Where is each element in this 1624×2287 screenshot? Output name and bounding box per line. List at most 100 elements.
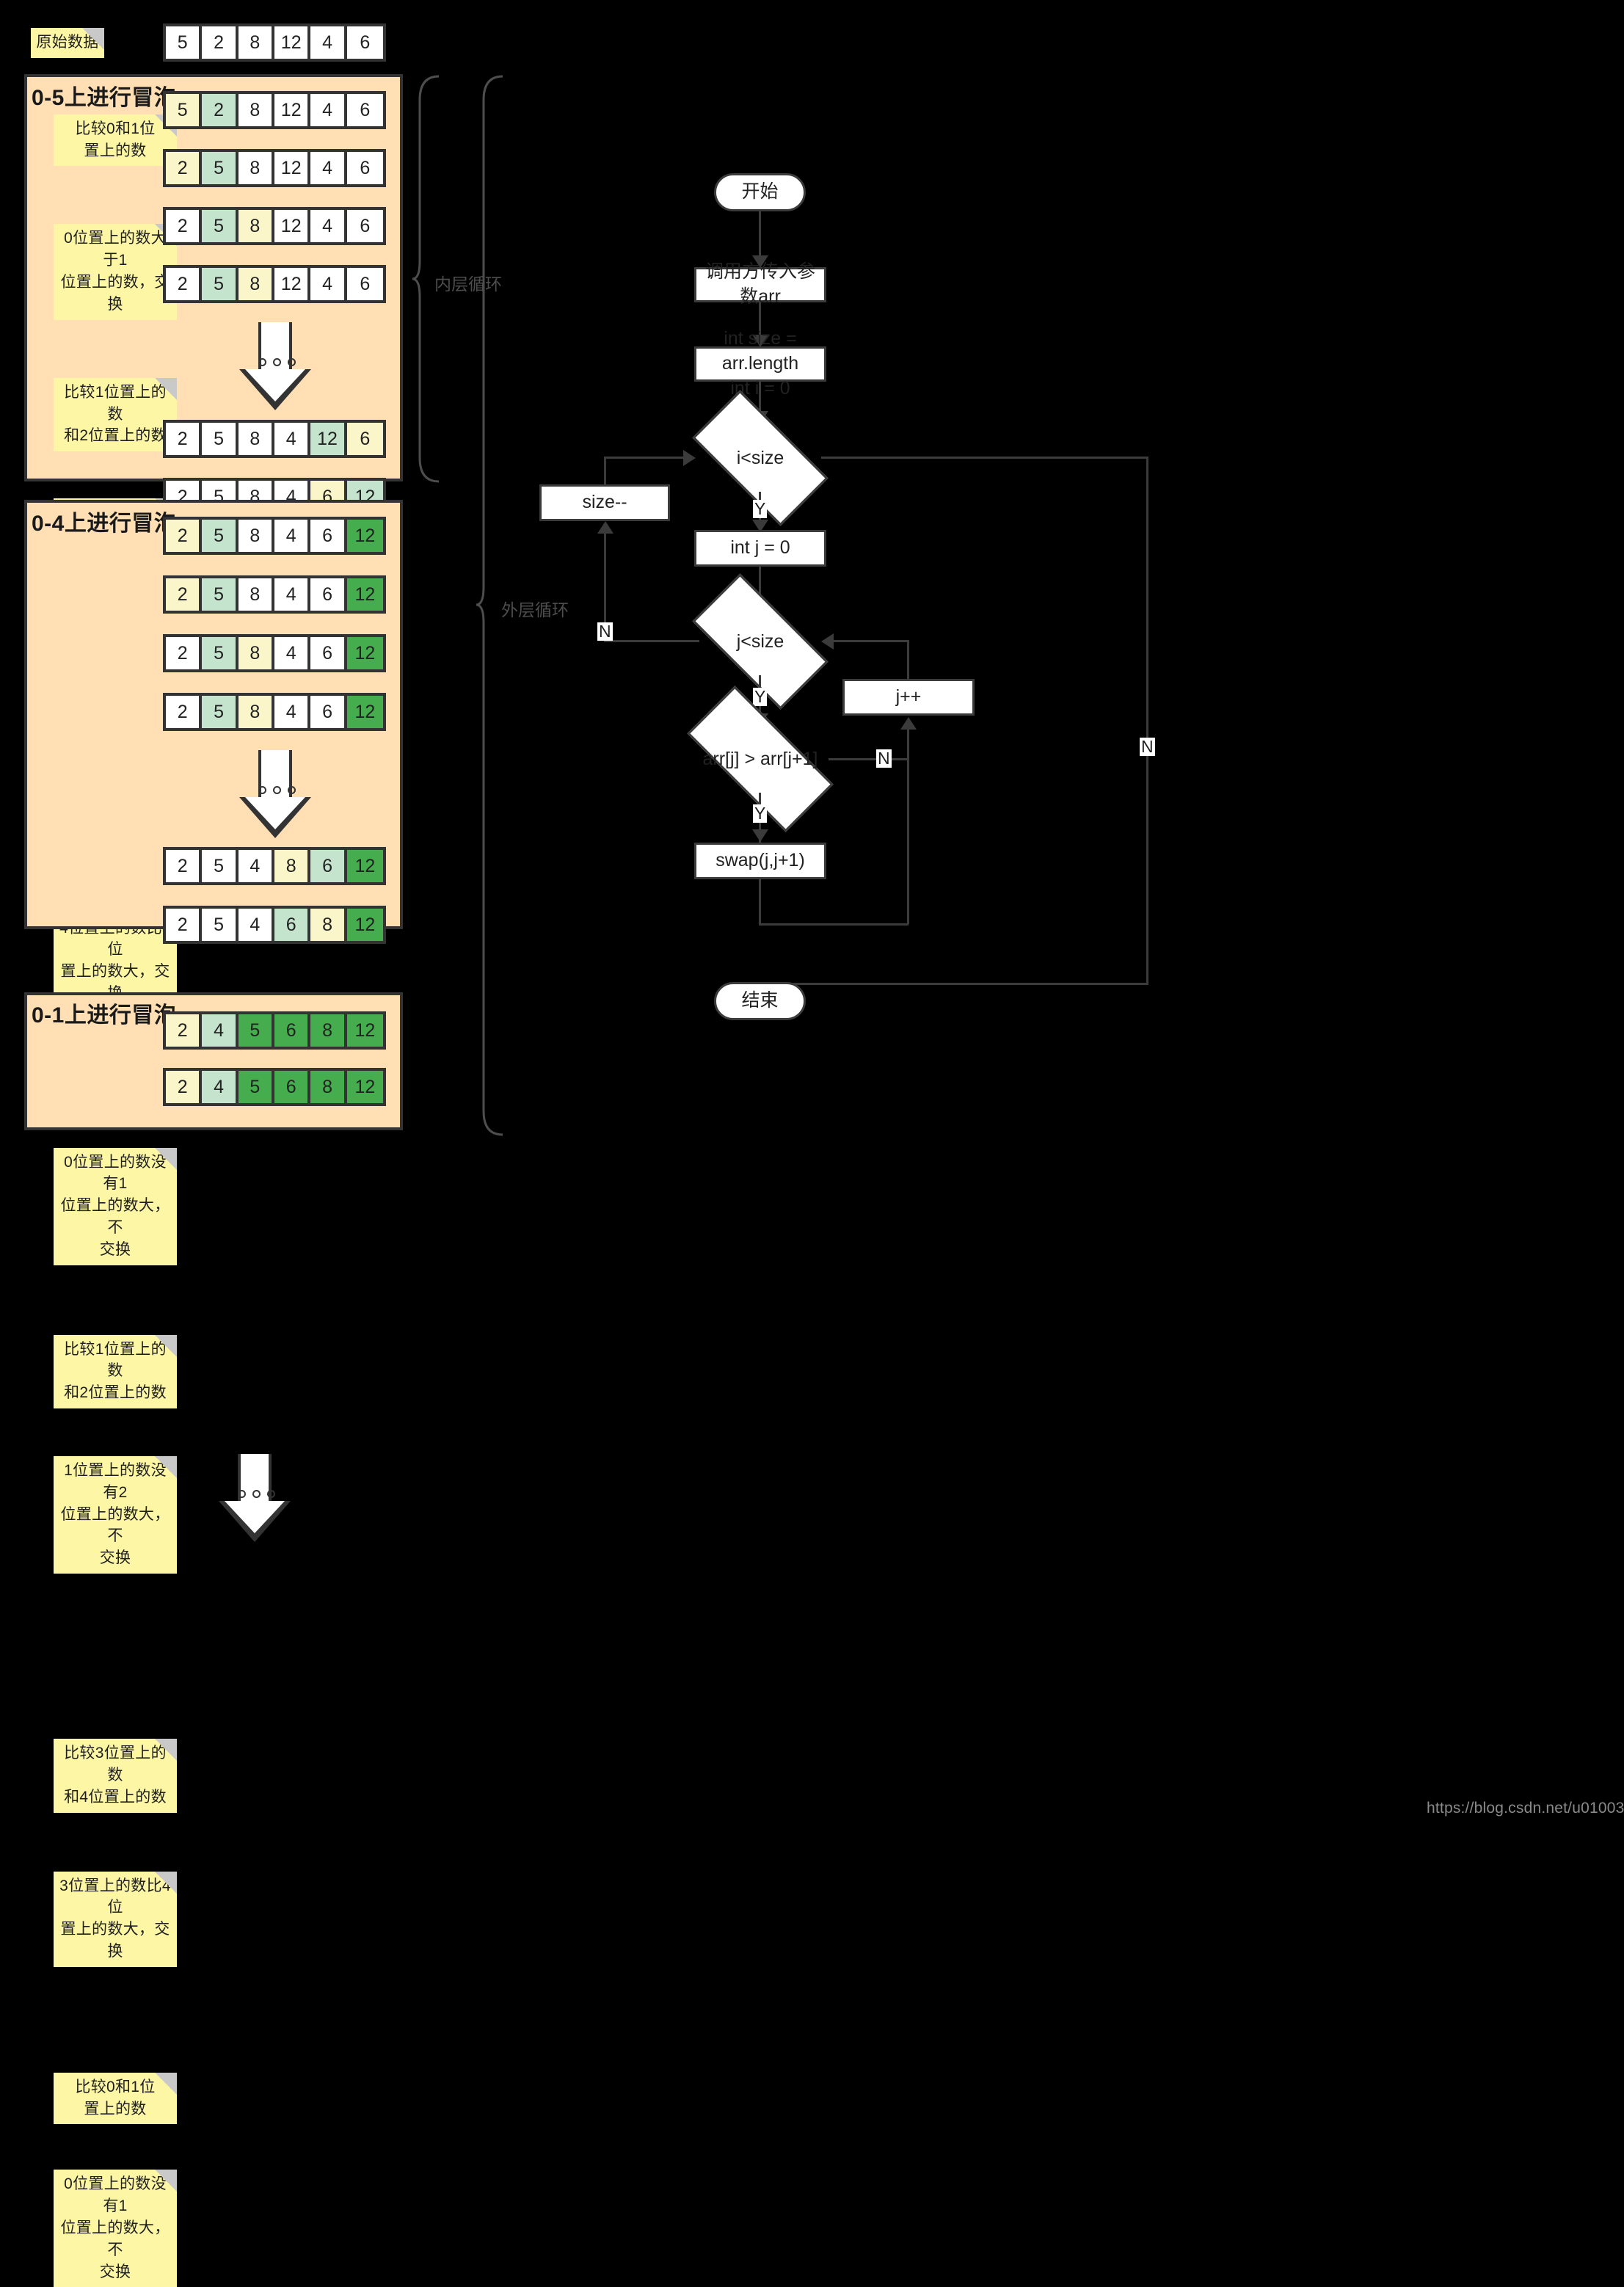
array-cell: 5 xyxy=(202,637,238,669)
step-note: 3位置上的数比4位 置上的数大，交换 xyxy=(54,1871,177,1967)
array-cell: 6 xyxy=(310,578,347,611)
array-cell: 2 xyxy=(166,520,203,552)
array-cell: 5 xyxy=(166,26,203,59)
array-cell: 5 xyxy=(202,909,238,941)
edge-label-swap-yes: Y xyxy=(753,804,768,823)
edge-condi-no-tobottom xyxy=(760,983,1148,985)
array-cell: 4 xyxy=(310,26,347,59)
array-cell: 6 xyxy=(310,637,347,669)
step-note-line: 置上的数 xyxy=(84,2100,147,2117)
array-cell: 12 xyxy=(274,94,311,126)
transition-arrow-icon xyxy=(219,1454,291,1542)
note-fold-icon xyxy=(155,1456,177,1478)
array-cell: 12 xyxy=(274,268,311,300)
array-cell: 2 xyxy=(166,210,203,242)
edge-label-i-yes: Y xyxy=(753,499,768,519)
array-cell: 8 xyxy=(310,1071,347,1103)
array-cell: 6 xyxy=(274,1071,311,1103)
edge-swap-up xyxy=(907,760,909,924)
step-array: 2 5 4 6 8 12 xyxy=(163,906,386,944)
array-cell: 4 xyxy=(310,268,347,300)
array-cell: 4 xyxy=(310,152,347,184)
step-note-line: 和2位置上的数 xyxy=(64,1384,167,1402)
array-cell: 8 xyxy=(238,520,275,552)
edge-label-i-no: N xyxy=(1140,737,1155,757)
array-cell: 4 xyxy=(310,94,347,126)
array-cell: 2 xyxy=(166,578,203,611)
note-fold-icon xyxy=(155,1739,177,1761)
original-data-array: 5 2 8 12 4 6 xyxy=(163,23,386,62)
step-array: 2 5 8 4 6 12 xyxy=(163,693,386,731)
step-array: 5 2 8 12 4 6 xyxy=(163,91,386,129)
note-fold-icon xyxy=(155,2170,177,2192)
array-cell: 2 xyxy=(166,637,203,669)
edge-jinc-up xyxy=(907,640,909,680)
section-title: 0-1上进行冒泡 xyxy=(32,1003,177,1028)
section-title: 0-5上进行冒泡 xyxy=(32,86,177,110)
flow-node-param: 调用方传入参数arr xyxy=(694,261,826,307)
edge-condswap-no-h xyxy=(829,758,908,760)
step-note: 1位置上的数没有2位置上的数大，不交换 xyxy=(54,1456,177,1574)
flow-node-j-inc-label: j++ xyxy=(895,686,922,708)
step-array: 2 5 8 12 4 6 xyxy=(163,207,386,245)
step-array: 2 5 8 4 6 12 xyxy=(163,575,386,614)
array-cell: 4 xyxy=(310,210,347,242)
array-cell: 12 xyxy=(346,1014,383,1047)
array-cell: 6 xyxy=(310,696,347,728)
note-fold-icon xyxy=(155,1147,177,1170)
edge-sizedec-up xyxy=(604,457,606,486)
array-cell: 2 xyxy=(166,1071,203,1103)
edge-swap-down xyxy=(759,879,761,925)
arrowhead-up-icon xyxy=(900,717,917,730)
flow-node-end: 结束 xyxy=(714,982,806,1020)
edge-label-j-yes: Y xyxy=(753,687,768,707)
edge-condj-no-h xyxy=(604,640,699,642)
edge-start-param xyxy=(759,211,761,257)
flow-node-init-j: int j = 0 xyxy=(694,530,826,567)
outer-loop-label: 外层循环 xyxy=(501,600,569,619)
flow-node-cond-j-label: j<size xyxy=(736,630,784,652)
array-cell: 6 xyxy=(346,152,383,184)
array-cell: 4 xyxy=(202,1014,238,1047)
flow-node-size-dec: size-- xyxy=(539,484,670,521)
step-note-line: 交换 xyxy=(99,1240,131,1258)
step-note-line: 置上的数大，交换 xyxy=(60,1921,170,1960)
array-cell: 8 xyxy=(238,696,275,728)
edge-condswap-no-v xyxy=(907,727,909,760)
step-note: 比较3位置上的数 和4位置上的数 xyxy=(54,1739,177,1813)
array-cell: 5 xyxy=(202,520,238,552)
edge-label-j-no: N xyxy=(597,622,613,641)
array-cell: 12 xyxy=(310,423,347,455)
array-cell: 6 xyxy=(346,210,383,242)
edge-condi-no-h xyxy=(821,457,1148,459)
array-cell: 2 xyxy=(166,1014,203,1047)
step-array: 2 5 8 4 6 12 xyxy=(163,517,386,555)
step-array: 2 4 5 6 8 12 xyxy=(163,1068,386,1106)
edge-condi-no-v xyxy=(1146,457,1148,985)
note-fold-icon xyxy=(155,2072,177,2095)
step-note-line: 交换 xyxy=(99,1549,131,1567)
array-cell: 5 xyxy=(202,152,238,184)
original-data-note: 原始数据 xyxy=(31,28,104,58)
array-cell: 4 xyxy=(238,909,275,941)
flow-node-init-j-label: int j = 0 xyxy=(730,537,790,559)
array-cell: 5 xyxy=(202,423,238,455)
array-cell: 8 xyxy=(238,26,275,59)
array-cell: 6 xyxy=(346,423,383,455)
step-note: 0位置上的数没有1 位置上的数大，不 交换 xyxy=(54,1147,177,1265)
array-cell: 8 xyxy=(238,94,275,126)
step-array: 2 5 8 12 4 6 xyxy=(163,149,386,187)
step-note-line: 和2位置上的数 xyxy=(64,427,167,445)
array-cell: 4 xyxy=(202,1071,238,1103)
array-cell: 8 xyxy=(238,210,275,242)
edge-swap-right xyxy=(759,923,909,926)
flow-node-start-label: 开始 xyxy=(741,181,779,203)
flow-node-swap: swap(j,j+1) xyxy=(694,843,826,879)
array-cell: 6 xyxy=(274,909,311,941)
step-note: 比较1位置上的数 和2位置上的数 xyxy=(54,377,177,452)
array-cell: 12 xyxy=(346,696,383,728)
arrowhead-right-icon xyxy=(683,450,696,466)
array-cell: 12 xyxy=(346,637,383,669)
array-cell: 8 xyxy=(238,637,275,669)
step-skip-arrow-icon xyxy=(239,322,311,410)
